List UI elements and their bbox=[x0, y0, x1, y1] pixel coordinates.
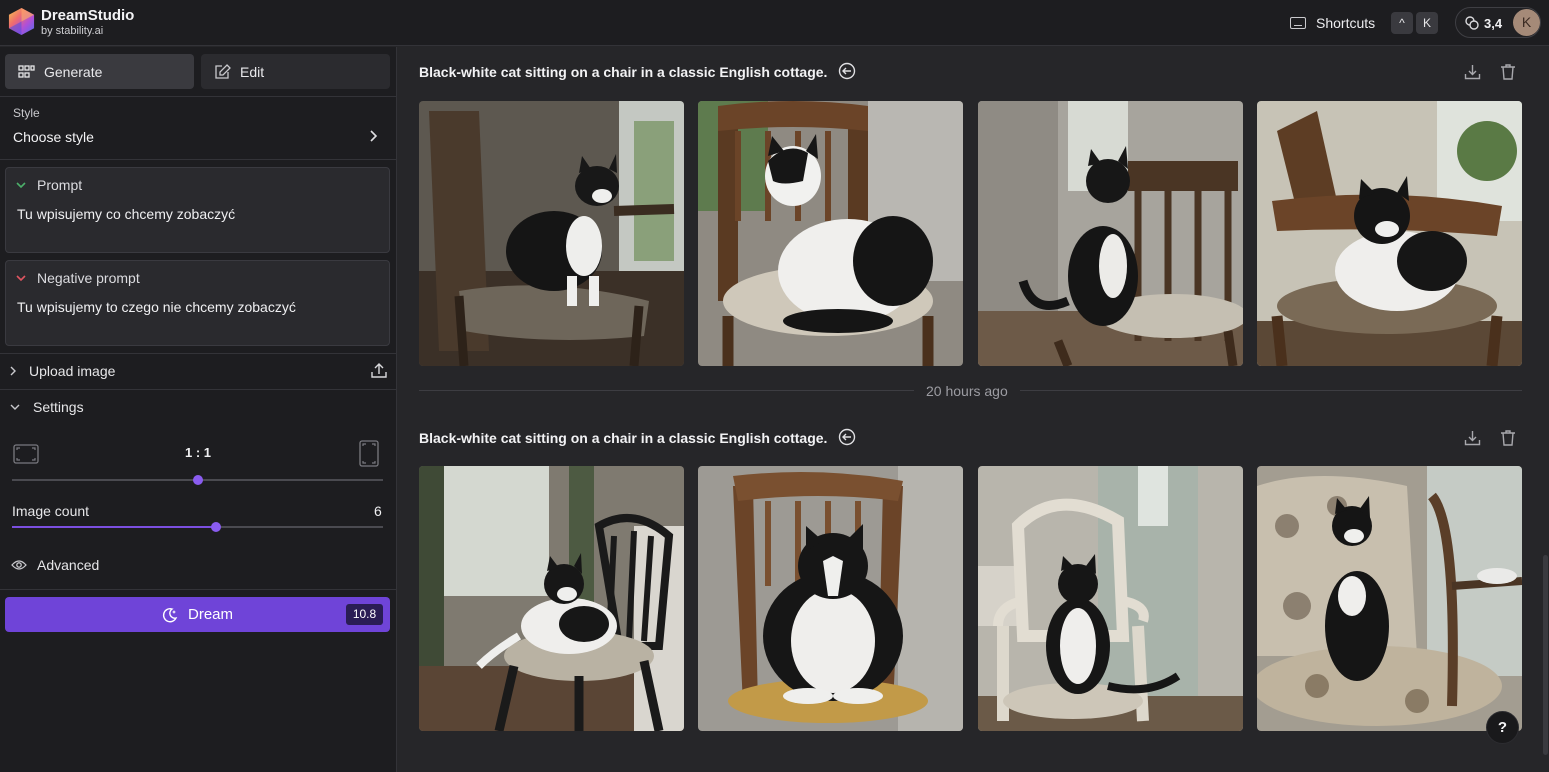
download-icon[interactable] bbox=[1464, 63, 1481, 80]
negative-prompt-label: Negative prompt bbox=[37, 270, 140, 286]
generated-image[interactable] bbox=[698, 101, 963, 366]
help-button[interactable]: ? bbox=[1486, 711, 1519, 744]
style-label: Style bbox=[13, 106, 40, 120]
dream-cost-badge: 10.8 bbox=[346, 604, 383, 625]
reuse-prompt-icon[interactable] bbox=[838, 428, 856, 446]
scrollbar[interactable] bbox=[1543, 555, 1548, 755]
credits-pill[interactable]: 3,4 K bbox=[1455, 7, 1541, 38]
chevron-right-icon bbox=[10, 366, 16, 376]
edit-icon bbox=[215, 63, 231, 79]
chevron-down-icon bbox=[16, 182, 26, 189]
upload-image-toggle[interactable]: Upload image bbox=[9, 363, 115, 379]
avatar[interactable]: K bbox=[1513, 9, 1540, 36]
negative-prompt-input[interactable]: Tu wpisujemy to czego nie chcemy zobaczy… bbox=[17, 299, 296, 315]
grid-icon bbox=[18, 64, 35, 78]
chevron-right-icon[interactable] bbox=[368, 129, 378, 143]
portrait-ratio-icon[interactable] bbox=[359, 440, 379, 467]
settings-label: Settings bbox=[33, 399, 84, 415]
shortcut-key-ctrl: ^ bbox=[1391, 12, 1413, 34]
image-count-slider[interactable] bbox=[12, 522, 383, 532]
image-count-value: 6 bbox=[374, 503, 382, 519]
aspect-ratio-value: 1 : 1 bbox=[185, 445, 212, 460]
divider bbox=[0, 389, 397, 390]
generated-image[interactable] bbox=[978, 101, 1243, 366]
prompt-input[interactable]: Tu wpisujemy co chcemy zobaczyć bbox=[17, 206, 235, 222]
tab-edit[interactable]: Edit bbox=[201, 54, 390, 89]
advanced-label: Advanced bbox=[37, 557, 100, 573]
chevron-down-icon bbox=[16, 275, 26, 282]
image-count-slider-thumb[interactable] bbox=[211, 522, 222, 532]
dream-button[interactable]: Dream 10.8 bbox=[5, 597, 390, 632]
moon-icon bbox=[162, 607, 178, 622]
main-gallery: Black-white cat sitting on a chair in a … bbox=[398, 47, 1549, 772]
style-selector[interactable]: Choose style bbox=[13, 129, 94, 145]
generated-image[interactable] bbox=[419, 466, 684, 731]
aspect-ratio-slider-thumb[interactable] bbox=[192, 475, 203, 485]
shortcut-key-k: K bbox=[1416, 12, 1438, 34]
batch-prompt-text: Black-white cat sitting on a chair in a … bbox=[419, 64, 828, 80]
negative-prompt-header[interactable]: Negative prompt bbox=[16, 270, 140, 286]
delete-icon[interactable] bbox=[1500, 429, 1516, 446]
tab-generate-label: Generate bbox=[44, 63, 103, 80]
tab-edit-label: Edit bbox=[240, 63, 265, 80]
reuse-prompt-icon[interactable] bbox=[838, 62, 856, 80]
generated-image[interactable] bbox=[698, 466, 963, 731]
dream-label: Dream bbox=[188, 606, 234, 623]
download-icon[interactable] bbox=[1464, 429, 1481, 446]
negative-prompt-box[interactable]: Negative prompt Tu wpisujemy to czego ni… bbox=[5, 260, 390, 346]
sidebar: Generate Edit Style Choose style Prompt … bbox=[0, 47, 397, 772]
generated-image[interactable] bbox=[1257, 466, 1522, 731]
time-separator-label: 20 hours ago bbox=[914, 383, 1020, 399]
prompt-header[interactable]: Prompt bbox=[16, 177, 82, 193]
prompt-label: Prompt bbox=[37, 177, 83, 193]
credits-balance: 3,4 bbox=[1484, 16, 1503, 31]
settings-toggle[interactable]: Settings bbox=[9, 399, 84, 415]
image-count-label: Image count bbox=[12, 503, 90, 519]
shortcuts-label: Shortcuts bbox=[1316, 15, 1376, 31]
coins-icon bbox=[1465, 16, 1479, 30]
brand-name: DreamStudio bbox=[41, 7, 135, 24]
brand-subtitle: by stability.ai bbox=[41, 25, 104, 37]
divider bbox=[0, 96, 397, 97]
generated-image[interactable] bbox=[419, 101, 684, 366]
dream-button-content: Dream bbox=[162, 606, 233, 623]
divider bbox=[0, 353, 397, 354]
upload-icon[interactable] bbox=[371, 362, 387, 379]
landscape-ratio-icon[interactable] bbox=[13, 444, 39, 464]
generated-image[interactable] bbox=[1257, 101, 1522, 366]
tab-generate[interactable]: Generate bbox=[5, 54, 194, 89]
advanced-toggle[interactable]: Advanced bbox=[11, 557, 99, 573]
prompt-box[interactable]: Prompt Tu wpisujemy co chcemy zobaczyć bbox=[5, 167, 390, 253]
divider bbox=[0, 589, 397, 590]
chevron-down-icon bbox=[10, 404, 20, 410]
keyboard-icon bbox=[1290, 17, 1306, 29]
image-count-slider-fill bbox=[12, 526, 217, 528]
upload-image-label: Upload image bbox=[29, 363, 116, 379]
generated-image[interactable] bbox=[978, 466, 1243, 731]
eye-icon bbox=[11, 560, 27, 570]
shortcuts-button[interactable]: Shortcuts bbox=[1290, 13, 1375, 33]
batch-prompt-text: Black-white cat sitting on a chair in a … bbox=[419, 430, 828, 446]
delete-icon[interactable] bbox=[1500, 63, 1516, 80]
divider bbox=[0, 159, 397, 160]
dreamstudio-logo[interactable] bbox=[7, 7, 36, 36]
aspect-ratio-slider[interactable] bbox=[12, 475, 383, 485]
top-bar: DreamStudio by stability.ai Shortcuts ^ … bbox=[0, 0, 1549, 46]
